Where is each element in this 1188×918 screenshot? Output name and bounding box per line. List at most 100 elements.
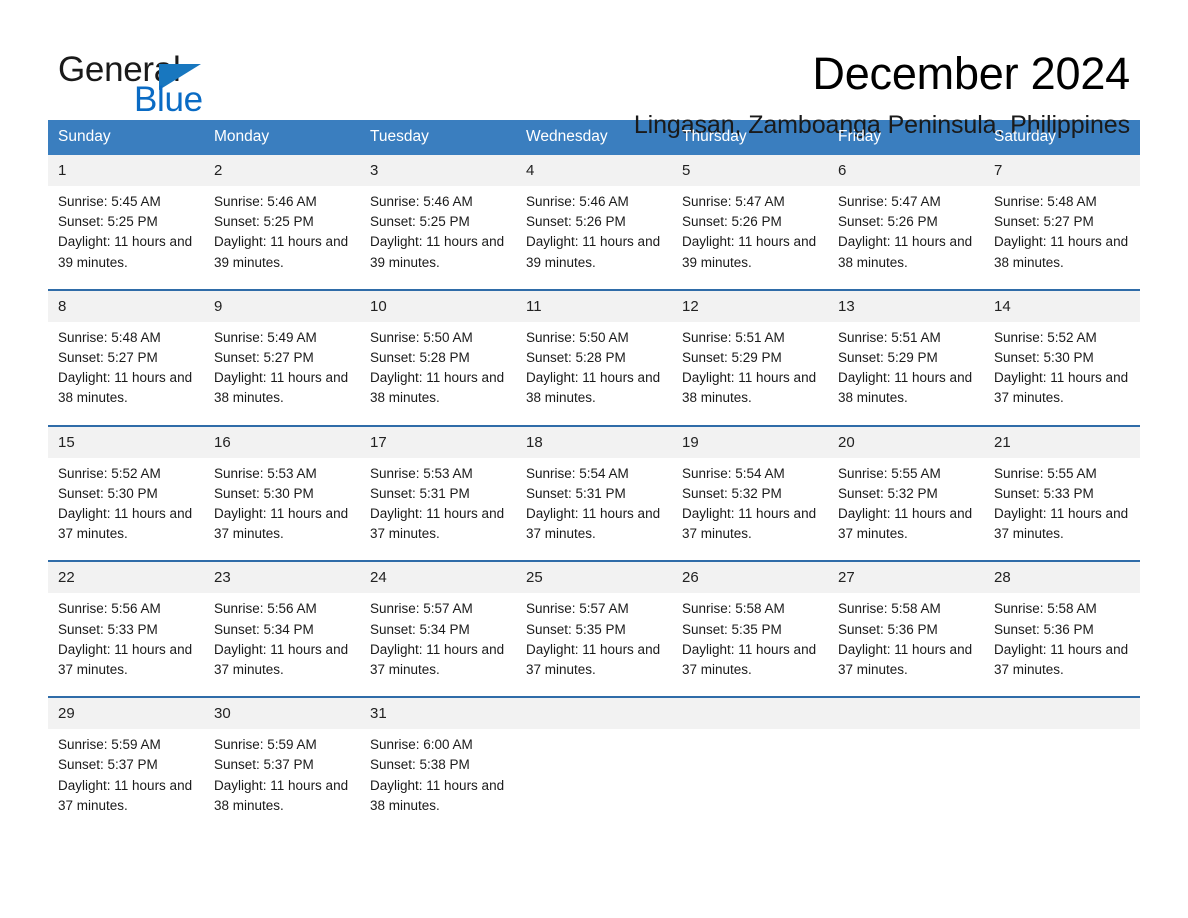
day-number[interactable]: 11 <box>516 291 672 322</box>
day-cell[interactable]: Sunrise: 5:51 AM Sunset: 5:29 PM Daylight:… <box>828 322 984 409</box>
sunset-text: Sunset: 5:36 PM <box>838 621 938 637</box>
calendar-weeks: 1 2 3 4 5 6 7 Sunrise: 5:45 AM Sunset: 5:25 PM Da… <box>48 155 1140 833</box>
day-cell[interactable]: Sunrise: 5:59 AM Sunset: 5:37 PM Daylight:… <box>48 729 204 816</box>
day-number[interactable]: 18 <box>516 427 672 458</box>
daylight-text: Daylight: 11 hours and 37 minutes. <box>994 506 1129 542</box>
day-cell[interactable]: Sunrise: 5:46 AM Sunset: 5:26 PM Daylight:… <box>516 186 672 273</box>
day-cell[interactable]: Sunrise: 5:50 AM Sunset: 5:28 PM Daylight:… <box>516 322 672 409</box>
sunset-text: Sunset: 5:37 PM <box>214 757 314 773</box>
day-cell[interactable]: Sunrise: 5:46 AM Sunset: 5:25 PM Daylight:… <box>360 186 516 273</box>
daylight-text: Daylight: 11 hours and 39 minutes. <box>58 234 193 270</box>
day-cell[interactable]: Sunrise: 6:00 AM Sunset: 5:38 PM Daylight:… <box>360 729 516 816</box>
sunset-text: Sunset: 5:38 PM <box>370 757 470 773</box>
generalblue-logo[interactable]: General Blue <box>58 48 248 124</box>
sunset-text: Sunset: 5:30 PM <box>214 485 314 501</box>
daylight-text: Daylight: 11 hours and 37 minutes. <box>526 506 661 542</box>
day-cell[interactable]: Sunrise: 5:45 AM Sunset: 5:25 PM Daylight:… <box>48 186 204 273</box>
sunrise-text: Sunrise: 5:50 AM <box>526 329 629 345</box>
day-cell[interactable]: Sunrise: 5:46 AM Sunset: 5:25 PM Daylight:… <box>204 186 360 273</box>
day-cell[interactable]: Sunrise: 5:49 AM Sunset: 5:27 PM Daylight:… <box>204 322 360 409</box>
sunset-text: Sunset: 5:29 PM <box>682 350 782 366</box>
day-number[interactable]: 24 <box>360 562 516 593</box>
weekday-header-monday: Monday <box>214 128 270 145</box>
sunrise-text: Sunrise: 5:55 AM <box>994 465 1097 481</box>
day-cell[interactable]: Sunrise: 5:52 AM Sunset: 5:30 PM Daylight:… <box>984 322 1140 409</box>
sunset-text: Sunset: 5:27 PM <box>58 350 158 366</box>
sunrise-text: Sunrise: 5:52 AM <box>994 329 1097 345</box>
day-number[interactable]: 15 <box>48 427 204 458</box>
sunrise-text: Sunrise: 5:52 AM <box>58 465 161 481</box>
page-title: December 2024 <box>812 48 1130 99</box>
day-number[interactable]: 4 <box>516 155 672 186</box>
day-number[interactable]: 23 <box>204 562 360 593</box>
day-number[interactable]: 12 <box>672 291 828 322</box>
day-cell[interactable]: Sunrise: 5:56 AM Sunset: 5:34 PM Daylight:… <box>204 593 360 680</box>
sunrise-text: Sunrise: 5:47 AM <box>838 194 941 209</box>
day-number[interactable]: 22 <box>48 562 204 593</box>
sunrise-text: Sunrise: 5:51 AM <box>838 329 941 345</box>
day-cell[interactable]: Sunrise: 5:48 AM Sunset: 5:27 PM Daylight:… <box>48 322 204 409</box>
sunrise-text: Sunrise: 5:49 AM <box>214 329 317 345</box>
day-number[interactable]: 9 <box>204 291 360 322</box>
day-number[interactable]: 26 <box>672 562 828 593</box>
sunrise-text: Sunrise: 5:59 AM <box>58 737 161 753</box>
day-number[interactable]: 5 <box>672 155 828 186</box>
day-number[interactable]: 19 <box>672 427 828 458</box>
day-number[interactable]: 20 <box>828 427 984 458</box>
day-number-empty <box>828 698 984 729</box>
sunset-text: Sunset: 5:33 PM <box>994 485 1094 501</box>
day-cell[interactable]: Sunrise: 5:59 AM Sunset: 5:37 PM Daylight:… <box>204 729 360 816</box>
day-number[interactable]: 27 <box>828 562 984 593</box>
day-number[interactable]: 13 <box>828 291 984 322</box>
day-cell[interactable]: Sunrise: 5:52 AM Sunset: 5:30 PM Daylight:… <box>48 458 204 545</box>
sunrise-text: Sunrise: 5:58 AM <box>682 601 785 617</box>
sunrise-text: Sunrise: 5:56 AM <box>214 601 317 617</box>
daylight-text: Daylight: 11 hours and 39 minutes. <box>214 234 349 270</box>
day-cell[interactable]: Sunrise: 5:57 AM Sunset: 5:35 PM Daylight:… <box>516 593 672 680</box>
day-cell[interactable]: Sunrise: 5:53 AM Sunset: 5:30 PM Daylight:… <box>204 458 360 545</box>
day-number[interactable]: 28 <box>984 562 1140 593</box>
day-cell[interactable]: Sunrise: 5:55 AM Sunset: 5:33 PM Daylight:… <box>984 458 1140 545</box>
day-number[interactable]: 14 <box>984 291 1140 322</box>
sunset-text: Sunset: 5:27 PM <box>214 350 314 366</box>
day-cell[interactable]: Sunrise: 5:55 AM Sunset: 5:32 PM Daylight:… <box>828 458 984 545</box>
day-number[interactable]: 16 <box>204 427 360 458</box>
sunset-text: Sunset: 5:28 PM <box>370 350 470 366</box>
daylight-text: Daylight: 11 hours and 37 minutes. <box>58 641 193 678</box>
day-cell[interactable]: Sunrise: 5:56 AM Sunset: 5:33 PM Daylight:… <box>48 593 204 680</box>
day-number[interactable]: 6 <box>828 155 984 186</box>
sunset-text: Sunset: 5:37 PM <box>58 757 158 773</box>
day-number[interactable]: 21 <box>984 427 1140 458</box>
day-cell[interactable]: Sunrise: 5:57 AM Sunset: 5:34 PM Daylight:… <box>360 593 516 680</box>
day-number[interactable]: 29 <box>48 698 204 729</box>
day-cell[interactable]: Sunrise: 5:54 AM Sunset: 5:32 PM Daylight:… <box>672 458 828 545</box>
day-number[interactable]: 8 <box>48 291 204 322</box>
sunset-text: Sunset: 5:25 PM <box>214 214 314 230</box>
day-cell[interactable]: Sunrise: 5:54 AM Sunset: 5:31 PM Daylight:… <box>516 458 672 545</box>
day-number[interactable]: 30 <box>204 698 360 729</box>
day-cell[interactable]: Sunrise: 5:58 AM Sunset: 5:36 PM Daylight:… <box>984 593 1140 680</box>
day-cell[interactable]: Sunrise: 5:58 AM Sunset: 5:35 PM Daylight:… <box>672 593 828 680</box>
day-cell[interactable]: Sunrise: 5:47 AM Sunset: 5:26 PM Daylight:… <box>828 186 984 273</box>
day-number[interactable]: 31 <box>360 698 516 729</box>
sunrise-text: Sunrise: 5:46 AM <box>214 194 317 209</box>
day-number-empty <box>984 698 1140 729</box>
day-number[interactable]: 25 <box>516 562 672 593</box>
sunrise-text: Sunrise: 5:59 AM <box>214 737 317 753</box>
day-cell[interactable]: Sunrise: 5:53 AM Sunset: 5:31 PM Daylight:… <box>360 458 516 545</box>
week-detail-row: Sunrise: 5:59 AM Sunset: 5:37 PM Daylight:… <box>48 729 1140 833</box>
sunrise-text: Sunrise: 5:45 AM <box>58 194 161 209</box>
day-number[interactable]: 10 <box>360 291 516 322</box>
sunrise-text: Sunrise: 5:54 AM <box>682 465 785 481</box>
day-number[interactable]: 2 <box>204 155 360 186</box>
day-number[interactable]: 1 <box>48 155 204 186</box>
day-cell[interactable]: Sunrise: 5:47 AM Sunset: 5:26 PM Daylight:… <box>672 186 828 273</box>
day-number[interactable]: 7 <box>984 155 1140 186</box>
day-number[interactable]: 3 <box>360 155 516 186</box>
day-cell[interactable]: Sunrise: 5:58 AM Sunset: 5:36 PM Daylight:… <box>828 593 984 680</box>
sunset-text: Sunset: 5:26 PM <box>838 214 938 230</box>
day-cell[interactable]: Sunrise: 5:51 AM Sunset: 5:29 PM Daylight:… <box>672 322 828 409</box>
day-cell[interactable]: Sunrise: 5:48 AM Sunset: 5:27 PM Daylight:… <box>984 186 1140 273</box>
day-cell[interactable]: Sunrise: 5:50 AM Sunset: 5:28 PM Daylight:… <box>360 322 516 409</box>
day-number[interactable]: 17 <box>360 427 516 458</box>
